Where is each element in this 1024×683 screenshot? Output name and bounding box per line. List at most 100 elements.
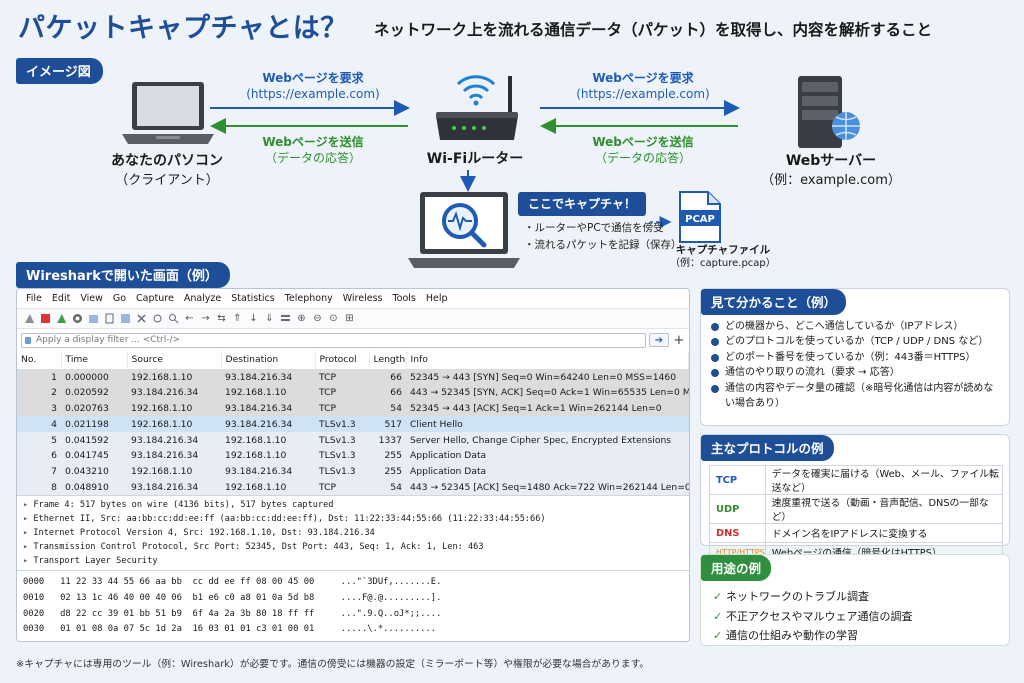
open-file-icon[interactable] bbox=[87, 312, 100, 325]
packet-no: 2 bbox=[17, 384, 61, 401]
capture-bullet: ・流れるパケットを記録（保存） bbox=[524, 239, 682, 251]
first-packet-icon[interactable]: ⇑ bbox=[231, 312, 244, 325]
web-server-icon bbox=[798, 76, 860, 148]
col-header-protocol[interactable]: Protocol bbox=[315, 351, 370, 370]
detail-ipv4[interactable]: Internet Protocol Version 4, Src: 192.16… bbox=[23, 526, 683, 540]
packet-length: 66 bbox=[369, 369, 406, 385]
packet-no: 6 bbox=[17, 447, 61, 464]
packet-length: 54 bbox=[369, 479, 406, 496]
zoom-in-icon[interactable]: ⊕ bbox=[295, 312, 308, 325]
col-header-destination[interactable]: Destination bbox=[221, 351, 316, 370]
packet-info: 52345 → 443 [ACK] Seq=1 Ack=1 Win=262144… bbox=[406, 400, 689, 417]
menu-go[interactable]: Go bbox=[110, 293, 133, 304]
add-filter-button[interactable]: + bbox=[673, 333, 685, 348]
footnote: ※キャプチャには専用のツール（例：Wireshark）が必要です。通信の傍受には… bbox=[16, 659, 650, 670]
resize-columns-icon[interactable]: ⊞ bbox=[343, 312, 356, 325]
detail-tcp[interactable]: Transmission Control Protocol, Src Port:… bbox=[23, 540, 683, 554]
protocols-table: TCP データを確実に届ける（Web、メール、ファイル転送など） UDP 速度重視で… bbox=[709, 465, 1004, 562]
protocols-panel: 主なプロトコルの例 TCP データを確実に届ける（Web、メール、ファイル転送など… bbox=[700, 434, 1010, 562]
down-arrow-icon[interactable]: ↓ bbox=[247, 312, 260, 325]
left-response-line2: （データの応答） bbox=[264, 151, 361, 165]
list-item: 通信のやり取りの流れ（要求 → 応答） bbox=[711, 365, 999, 380]
go-to-packet-icon[interactable]: ⇆ bbox=[215, 312, 228, 325]
packet-row-selected[interactable]: 4 0.021198 192.168.1.10 93.184.216.34 TLSv1.… bbox=[17, 416, 689, 433]
list-item: どのプロトコルを使っているか（TCP / UDP / DNS など） bbox=[711, 334, 999, 349]
save-file-icon[interactable] bbox=[119, 312, 132, 325]
protocol-name: TCP bbox=[709, 465, 766, 495]
shark-fin-icon[interactable] bbox=[23, 312, 36, 325]
hex-line: 0030 01 01 08 0a 07 5c 1d 2a 16 03 01 01… bbox=[23, 624, 437, 635]
menu-view[interactable]: View bbox=[77, 293, 110, 304]
file-icon[interactable] bbox=[103, 312, 116, 325]
zoom-reset-icon[interactable]: ⊙ bbox=[327, 312, 340, 325]
panel-title: 見て分かること（例） bbox=[701, 289, 847, 315]
packet-time: 0.041745 bbox=[61, 447, 127, 464]
pcap-label: キャプチャファイル bbox=[675, 244, 771, 256]
client-label: あなたのパソコン （クライアント） bbox=[92, 152, 242, 190]
packet-length: 255 bbox=[369, 447, 406, 464]
packet-row[interactable]: 2 0.020592 93.184.216.34 192.168.1.10 TCP 66 4… bbox=[17, 384, 689, 401]
diagram-section-label: イメージ図 bbox=[16, 58, 103, 84]
stop-icon[interactable] bbox=[39, 312, 52, 325]
detail-tls[interactable]: Transport Layer Security bbox=[23, 554, 683, 568]
packet-source: 93.184.216.34 bbox=[127, 384, 221, 401]
packet-row[interactable]: 8 0.048910 93.184.216.34 192.168.1.10 TCP 54 4… bbox=[17, 479, 689, 496]
colorize-icon[interactable] bbox=[279, 312, 292, 325]
capture-here-label: ここでキャプチャ！ bbox=[518, 192, 646, 216]
restart-icon[interactable] bbox=[55, 312, 68, 325]
packet-time: 0.000000 bbox=[61, 369, 127, 385]
packet-destination: 192.168.1.10 bbox=[221, 447, 315, 464]
packet-row[interactable]: 6 0.041745 93.184.216.34 192.168.1.10 TLSv1.… bbox=[17, 447, 689, 464]
options-icon[interactable] bbox=[71, 312, 84, 325]
packet-source: 93.184.216.34 bbox=[127, 479, 221, 496]
packet-row[interactable]: 7 0.043210 192.168.1.10 93.184.216.34 TLSv1.… bbox=[17, 463, 689, 480]
find-icon[interactable] bbox=[167, 312, 180, 325]
pcap-example: （例：capture.pcap） bbox=[670, 258, 776, 269]
list-item: どの機器から、どこへ通信しているか（IPアドレス） bbox=[711, 319, 999, 334]
packet-no: 4 bbox=[17, 416, 61, 433]
display-filter-input[interactable]: Apply a display filter ... <Ctrl-/> bbox=[21, 332, 646, 348]
packet-source: 93.184.216.34 bbox=[127, 447, 221, 464]
client-sub: （クライアント） bbox=[115, 173, 219, 188]
col-header-length[interactable]: Length bbox=[369, 351, 407, 370]
page-subtitle: ネットワーク上を流れる通信データ（パケット）を取得し、内容を解析すること bbox=[374, 21, 933, 39]
col-header-time[interactable]: Time bbox=[61, 351, 128, 370]
menu-edit[interactable]: Edit bbox=[49, 293, 77, 304]
packet-length: 517 bbox=[369, 416, 406, 433]
packet-info: Application Data bbox=[406, 463, 689, 480]
col-header-no[interactable]: No. bbox=[17, 351, 62, 370]
menu-file[interactable]: File bbox=[23, 293, 49, 304]
packet-length: 66 bbox=[369, 384, 406, 401]
detail-ethernet[interactable]: Ethernet II, Src: aa:bb:cc:dd:ee:ff (aa:… bbox=[23, 512, 683, 526]
menu-wireless[interactable]: Wireless bbox=[340, 293, 390, 304]
apply-filter-button[interactable]: ➔ bbox=[649, 333, 669, 347]
list-item: どのポート番号を使っているか（例：443番＝HTTPS） bbox=[711, 350, 999, 365]
menu-capture[interactable]: Capture bbox=[133, 293, 181, 304]
capture-bullets: ・ルーターやPCで通信を傍受 ・流れるパケットを記録（保存） bbox=[524, 220, 682, 254]
zoom-out-icon[interactable]: ⊖ bbox=[311, 312, 324, 325]
close-file-icon[interactable] bbox=[135, 312, 148, 325]
col-header-info[interactable]: Info bbox=[406, 351, 689, 370]
packet-source: 192.168.1.10 bbox=[127, 463, 221, 480]
right-request-label: Webページを要求 (https://example.com) bbox=[558, 70, 728, 102]
use-cases-list: ネットワークのトラブル調査 不正アクセスやマルウェア通信の調査 通信の仕組みや動… bbox=[701, 581, 1009, 652]
left-request-label: Webページを要求 (https://example.com) bbox=[228, 70, 398, 102]
reload-icon[interactable] bbox=[151, 312, 164, 325]
last-packet-icon[interactable]: ⇓ bbox=[263, 312, 276, 325]
menu-tools[interactable]: Tools bbox=[389, 293, 422, 304]
packet-row[interactable]: 5 0.041592 93.184.216.34 192.168.1.10 TLSv1.… bbox=[17, 432, 689, 448]
menu-telephony[interactable]: Telephony bbox=[282, 293, 340, 304]
detail-frame[interactable]: Frame 4: 517 bytes on wire (4136 bits), … bbox=[23, 498, 683, 512]
packet-row[interactable]: 3 0.020763 192.168.1.10 93.184.216.34 TCP 54 5… bbox=[17, 400, 689, 417]
packet-row[interactable]: 1 0.000000 192.168.1.10 93.184.216.34 TCP 66 5… bbox=[17, 369, 689, 385]
wifi-router-icon bbox=[436, 75, 518, 140]
menu-statistics[interactable]: Statistics bbox=[228, 293, 281, 304]
menu-analyze[interactable]: Analyze bbox=[181, 293, 228, 304]
back-arrow-icon[interactable]: ← bbox=[183, 312, 196, 325]
forward-arrow-icon[interactable]: → bbox=[199, 312, 212, 325]
col-header-source[interactable]: Source bbox=[127, 351, 222, 370]
menu-help[interactable]: Help bbox=[423, 293, 455, 304]
packet-time: 0.021198 bbox=[61, 416, 127, 433]
packet-destination: 93.184.216.34 bbox=[221, 416, 315, 433]
packet-info: Client Hello bbox=[406, 416, 689, 433]
